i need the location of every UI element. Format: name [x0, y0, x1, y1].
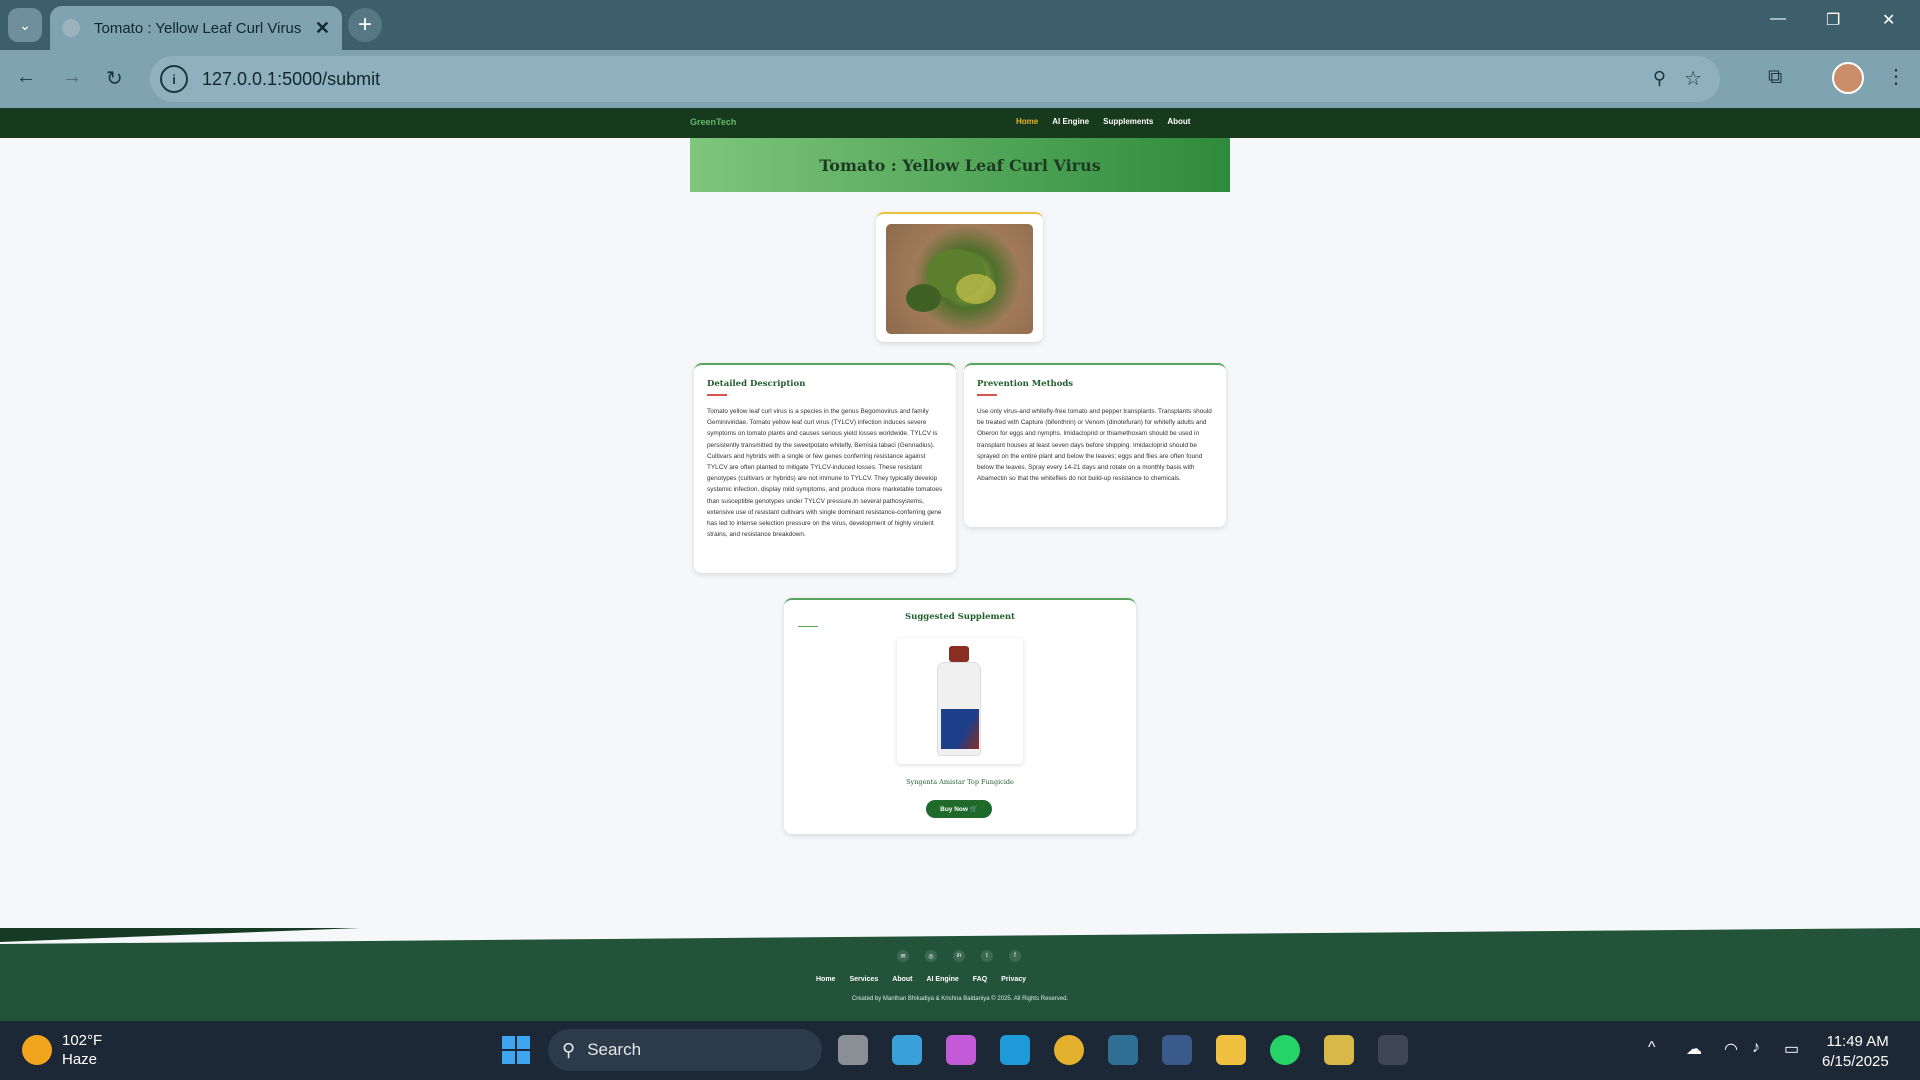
prevention-text: Use only virus-and whitefly-free tomato …: [977, 408, 1212, 483]
heading-underline: [977, 394, 997, 396]
weather-condition: Haze: [62, 1051, 98, 1068]
chrome-icon[interactable]: [1054, 1035, 1084, 1065]
forward-arrow-icon[interactable]: →: [62, 66, 82, 89]
terminal-icon[interactable]: [1378, 1035, 1408, 1065]
nav-about[interactable]: About: [1167, 117, 1190, 126]
pinned-apps: [838, 1035, 1408, 1065]
address-bar[interactable]: i 127.0.0.1:5000/submit ⚲ ☆: [150, 56, 1720, 102]
prevention-heading: Prevention Methods: [977, 379, 1074, 389]
site-info-icon[interactable]: i: [160, 65, 188, 93]
site-navbar: GreenTech Home AI Engine Supplements Abo…: [0, 108, 1920, 138]
instagram-icon[interactable]: ◎: [925, 950, 937, 962]
footer-link-about[interactable]: About: [892, 976, 912, 983]
web-page: GreenTech Home AI Engine Supplements Abo…: [0, 108, 1920, 1021]
profile-avatar[interactable]: [1832, 62, 1864, 94]
footer-link-services[interactable]: Services: [849, 976, 878, 983]
description-card: Detailed Description Tomato yellow leaf …: [694, 363, 956, 573]
reload-icon[interactable]: ↻: [106, 66, 123, 91]
windows-start-icon[interactable]: [502, 1036, 530, 1064]
tab-close-icon[interactable]: ✕: [315, 18, 330, 39]
edge-icon[interactable]: [1000, 1035, 1030, 1065]
taskbar-search[interactable]: ⚲ Search: [548, 1029, 822, 1071]
bottle-icon: [937, 646, 981, 756]
page-title: Tomato : Yellow Leaf Curl Virus: [819, 155, 1101, 175]
remote-desktop-icon[interactable]: [1108, 1035, 1138, 1065]
copyright-text: Created by Manthan Bhikadiya & Krishna B…: [851, 996, 1069, 1002]
task-view-icon[interactable]: [838, 1035, 868, 1065]
search-icon: ⚲: [562, 1039, 576, 1060]
heading-underline: [707, 394, 727, 396]
close-window-button[interactable]: ✕: [1882, 10, 1895, 30]
footer-link-ai-engine[interactable]: AI Engine: [926, 976, 958, 983]
system-clock[interactable]: 11:49 AM 6/15/2025: [1822, 1032, 1889, 1072]
copilot-icon[interactable]: [946, 1035, 976, 1065]
description-heading: Detailed Description: [707, 379, 806, 389]
new-tab-button[interactable]: +: [348, 8, 382, 42]
volume-icon[interactable]: ♪: [1752, 1039, 1760, 1057]
supplement-card: Suggested Supplement Syngenta Amistar To…: [784, 598, 1136, 834]
facebook-icon[interactable]: f: [1009, 950, 1021, 962]
mysql-icon[interactable]: [1162, 1035, 1192, 1065]
clock-date: 6/15/2025: [1822, 1053, 1889, 1070]
product-image: [897, 638, 1023, 764]
description-text: Tomato yellow leaf curl virus is a speci…: [707, 408, 943, 539]
menu-kebab-icon[interactable]: ⋮: [1886, 64, 1906, 89]
brand-logo[interactable]: GreenTech: [690, 117, 736, 127]
search-label: Search: [587, 1040, 642, 1059]
email-icon[interactable]: ✉: [897, 950, 909, 962]
minimize-button[interactable]: —: [1770, 10, 1786, 28]
onedrive-icon[interactable]: ☁: [1686, 1039, 1702, 1059]
footer-link-privacy[interactable]: Privacy: [1001, 976, 1026, 983]
extensions-icon[interactable]: ⧉: [1768, 66, 1782, 89]
nav-supplements[interactable]: Supplements: [1103, 117, 1153, 126]
whatsapp-icon[interactable]: [1270, 1035, 1300, 1065]
windows-taskbar: 102°F Haze ⚲ Search ^ ☁ ◠ ♪ ▭ 11:49 AM 6…: [0, 1021, 1920, 1080]
restore-button[interactable]: ❐: [1826, 10, 1840, 30]
wifi-icon[interactable]: ◠: [1724, 1039, 1738, 1059]
tray-chevron-icon[interactable]: ^: [1648, 1039, 1656, 1057]
twitter-icon[interactable]: t: [981, 950, 993, 962]
maps-icon[interactable]: [892, 1035, 922, 1065]
git-icon[interactable]: [1324, 1035, 1354, 1065]
disease-title-banner: Tomato : Yellow Leaf Curl Virus: [690, 138, 1230, 192]
nav-ai-engine[interactable]: AI Engine: [1052, 117, 1089, 126]
nav-links: Home AI Engine Supplements About: [1016, 117, 1190, 126]
browser-tab-bar: ⌄ Tomato : Yellow Leaf Curl Virus ✕ + — …: [0, 0, 1920, 50]
back-arrow-icon[interactable]: ←: [16, 66, 36, 89]
haze-sun-icon: [22, 1035, 52, 1065]
nav-home[interactable]: Home: [1016, 117, 1038, 126]
footer-link-home[interactable]: Home: [816, 976, 835, 983]
battery-icon[interactable]: ▭: [1784, 1039, 1799, 1059]
product-name: Syngenta Amistar Top Fungicide: [906, 778, 1014, 786]
heading-underline: [798, 626, 818, 627]
tomato-leaf-image: [886, 224, 1033, 334]
file-explorer-icon[interactable]: [1216, 1035, 1246, 1065]
tab-search-button[interactable]: ⌄: [8, 8, 42, 42]
weather-widget[interactable]: 102°F Haze: [22, 1031, 102, 1069]
browser-tab[interactable]: Tomato : Yellow Leaf Curl Virus ✕: [50, 6, 342, 50]
tab-title: Tomato : Yellow Leaf Curl Virus: [94, 19, 302, 37]
footer-links: Home Services About AI Engine FAQ Privac…: [816, 976, 1026, 983]
buy-now-button[interactable]: Buy Now 🛒: [926, 800, 992, 818]
prevention-card: Prevention Methods Use only virus-and wh…: [964, 363, 1226, 527]
bookmark-star-icon[interactable]: ☆: [1684, 66, 1702, 91]
linkedin-icon[interactable]: in: [953, 950, 965, 962]
clock-time: 11:49 AM: [1826, 1033, 1889, 1050]
tab-favicon-icon: [62, 19, 80, 37]
browser-toolbar: ← → ↻ i 127.0.0.1:5000/submit ⚲ ☆ ⧉ ⋮: [0, 50, 1920, 108]
temperature: 102°F: [62, 1032, 103, 1049]
disease-image-card: [876, 212, 1043, 342]
social-links: ✉ ◎ in t f: [897, 950, 1021, 962]
footer-link-faq[interactable]: FAQ: [973, 976, 987, 983]
zoom-icon[interactable]: ⚲: [1653, 68, 1666, 89]
supplement-heading: Suggested Supplement: [905, 612, 1015, 622]
url-text[interactable]: 127.0.0.1:5000/submit: [202, 69, 380, 90]
